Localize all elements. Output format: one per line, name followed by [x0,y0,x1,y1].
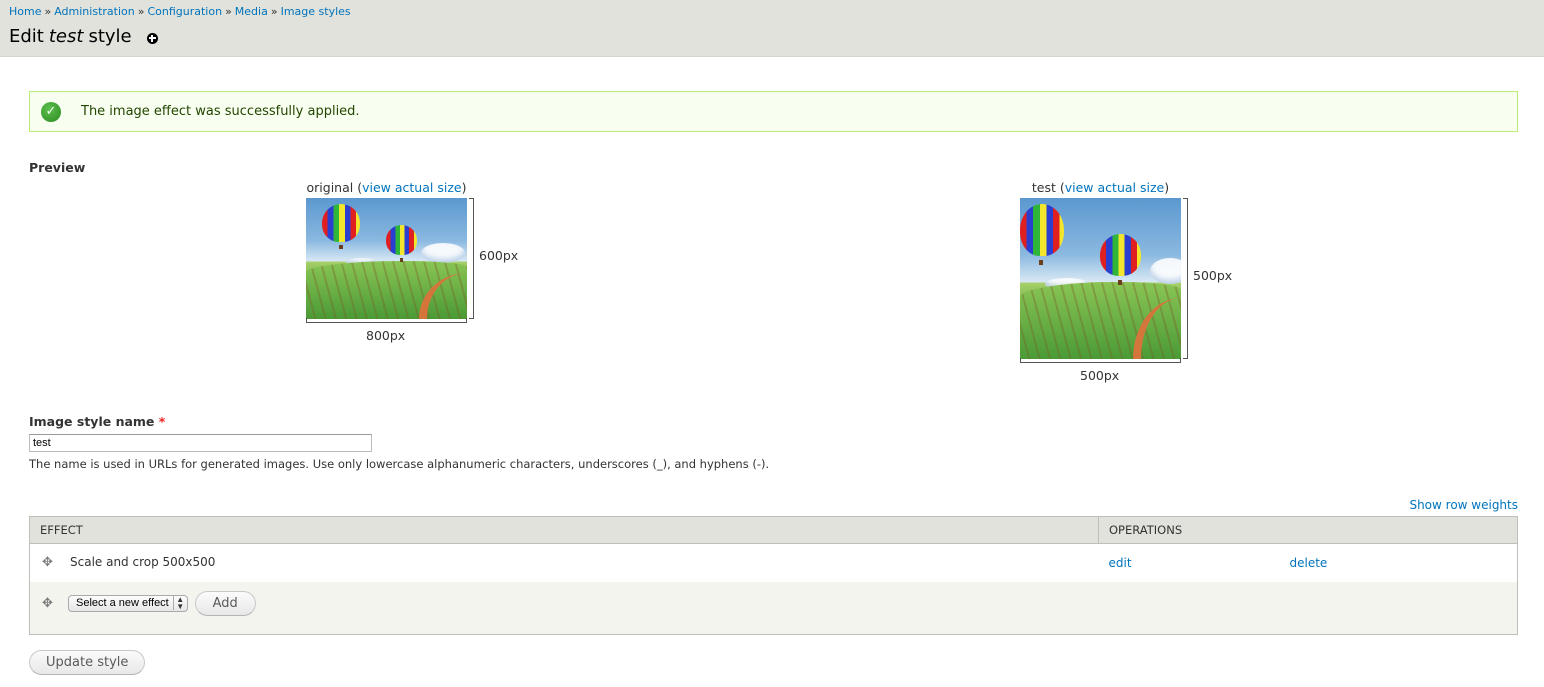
width-bracket [1020,358,1181,363]
check-icon: ✓ [41,101,61,122]
balloon [1100,234,1141,276]
derivative-height-label: 500px [1193,268,1233,283]
breadcrumb-home[interactable]: Home [9,5,41,18]
original-height-label: 600px [479,248,519,263]
required-marker: * [158,414,166,429]
add-effect-button[interactable]: Add [194,590,256,616]
balloon [1020,204,1064,256]
select-arrows-icon: ▲ ▼ [172,596,187,611]
style-name-label: Image style name * [29,414,166,429]
table-header-row: EFFECT OPERATIONS [29,516,1518,544]
preview-original-image[interactable] [306,198,467,319]
breadcrumb-separator: » [44,5,52,18]
status-message-text: The image effect was successfully applie… [81,104,360,119]
cloud [421,243,465,263]
preview-derivative: test (view actual size) 500px 500px [1020,180,1232,383]
preview-original-name: original [306,180,354,195]
breadcrumb-separator: » [225,5,232,18]
balloon-basket [1118,280,1122,285]
drag-handle-icon[interactable]: ✥ [42,596,56,611]
preview-derivative-caption: test (view actual size) [1031,180,1170,195]
preview-original: original (view actual size) 600px 800px [306,180,518,343]
effect-label: Scale and crop 500x500 [70,555,216,570]
height-bracket [469,198,474,319]
breadcrumb-separator: » [270,5,278,18]
cloud [1150,258,1181,284]
effects-table: EFFECT OPERATIONS ✥ Scale and crop 500x50… [29,516,1518,635]
preview-original-view-link[interactable]: view actual size [362,180,461,195]
status-message: ✓ The image effect was successfully appl… [29,91,1518,132]
main-content: ✓ The image effect was successfully appl… [0,91,1544,175]
table-row-new-effect: ✥ Select a new effect ▲ ▼ Add [29,581,1518,635]
drag-handle-icon[interactable]: ✥ [42,555,56,570]
preview-derivative-image[interactable] [1020,198,1181,359]
breadcrumb: Home» Administration» Configuration» Media»… [9,5,1535,19]
show-row-weights-link[interactable]: Show row weights [1409,498,1518,512]
new-effect-select[interactable]: Select a new effect ▲ ▼ [68,594,188,612]
style-name-form-item: Image style name * The name is used in U… [29,414,769,471]
update-style-button[interactable]: Update style [29,650,146,675]
original-width-label: 800px [366,328,406,343]
edit-effect-link[interactable]: edit [1109,556,1290,570]
column-header-effect: EFFECT [29,516,1099,544]
balloon [386,225,417,255]
breadcrumb-image-styles[interactable]: Image styles [281,5,351,18]
preview-label: Preview [29,160,86,175]
style-name-description: The name is used in URLs for generated i… [29,457,770,471]
table-row: ✥ Scale and crop 500x500 edit delete [29,543,1518,582]
breadcrumb-configuration[interactable]: Configuration [147,5,222,18]
page-header: Home» Administration» Configuration» Media»… [0,0,1544,57]
width-bracket [306,318,467,323]
height-bracket [1183,198,1188,359]
breadcrumb-media[interactable]: Media [235,5,268,18]
balloon-basket [400,258,403,262]
balloon-basket [1039,260,1043,265]
preview-original-caption: original (view actual size) [306,180,467,195]
title-style-name: test [48,26,84,47]
add-shortcut-icon[interactable] [146,32,158,44]
breadcrumb-separator: » [137,5,145,18]
title-prefix: Edit [9,26,44,47]
style-name-input[interactable] [29,434,372,452]
preview-derivative-name: test [1031,180,1056,195]
preview-derivative-view-link[interactable]: view actual size [1065,180,1164,195]
derivative-width-label: 500px [1080,368,1120,383]
balloon [322,204,360,242]
balloon-basket [339,245,343,249]
title-suffix: style [88,26,132,47]
column-header-operations: OPERATIONS [1098,516,1518,544]
breadcrumb-administration[interactable]: Administration [54,5,135,18]
page-title: Edit test style [9,25,1535,49]
delete-effect-link[interactable]: delete [1290,556,1328,570]
